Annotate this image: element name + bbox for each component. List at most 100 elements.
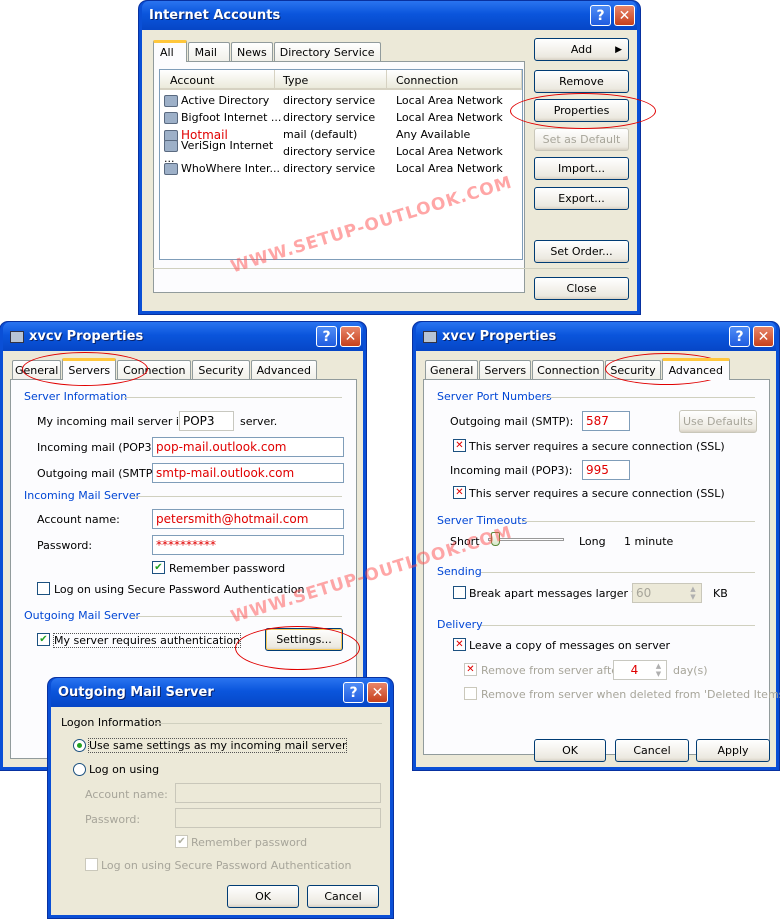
title-bar: xvcv Properties ? ✕ xyxy=(3,322,363,351)
account-name-label: Account name: xyxy=(85,788,168,801)
tab-all[interactable]: All xyxy=(153,40,187,62)
group-incoming-mail-server: Incoming Mail Server xyxy=(24,489,141,502)
password-input[interactable] xyxy=(175,808,381,828)
tab-advanced[interactable]: Advanced xyxy=(661,358,730,380)
cancel-button[interactable]: Cancel xyxy=(615,739,689,762)
column-header-account[interactable]: Account xyxy=(160,70,275,88)
smtp-ssl-checkbox[interactable]: ✕ xyxy=(453,439,466,452)
help-icon[interactable]: ? xyxy=(343,682,364,703)
window-body: General Servers Connection Security Adva… xyxy=(416,351,780,767)
account-name-input[interactable] xyxy=(175,783,381,803)
remove-deleted-checkbox[interactable] xyxy=(464,687,477,700)
tab-directory-service[interactable]: Directory Service xyxy=(273,42,381,62)
password-label: Password: xyxy=(37,539,93,552)
close-button[interactable]: Close xyxy=(534,277,629,300)
list-item[interactable]: VeriSign Internet ... directory service … xyxy=(164,139,503,165)
title-bar: Outgoing Mail Server ? ✕ xyxy=(51,678,390,707)
tab-servers[interactable]: Servers xyxy=(62,358,117,380)
remove-after-label: Remove from server after xyxy=(481,664,623,677)
tab-servers[interactable]: Servers xyxy=(479,360,532,380)
close-icon[interactable]: ✕ xyxy=(367,682,388,703)
account-name-label: Account name: xyxy=(37,513,120,526)
outgoing-server-label: Outgoing mail (SMTP): xyxy=(37,467,161,480)
advanced-panel: Server Port Numbers Outgoing mail (SMTP)… xyxy=(423,379,780,755)
pop3-ssl-checkbox[interactable]: ✕ xyxy=(453,486,466,499)
list-item[interactable]: Bigfoot Internet ... directory service L… xyxy=(164,109,503,126)
group-server-information: Server Information xyxy=(24,390,128,403)
requires-auth-checkbox[interactable]: ✔ xyxy=(37,633,50,646)
window-body: All Mail News Directory Service Account … xyxy=(142,30,637,311)
tab-mail[interactable]: Mail xyxy=(187,42,230,62)
directory-icon xyxy=(164,163,178,175)
directory-icon xyxy=(164,112,178,124)
smtp-port-input[interactable]: 587 xyxy=(582,411,630,431)
remember-password-checkbox[interactable]: ✔ xyxy=(152,561,165,574)
spinner-icon[interactable]: ▲ ▼ xyxy=(652,662,665,678)
ok-button[interactable]: OK xyxy=(227,885,299,908)
close-icon[interactable]: ✕ xyxy=(340,326,361,347)
spa-checkbox[interactable] xyxy=(85,858,98,871)
remove-days-input[interactable]: 4 ▲ ▼ xyxy=(613,660,667,680)
remove-button[interactable]: Remove xyxy=(534,70,629,93)
break-apart-checkbox[interactable] xyxy=(453,586,466,599)
tab-news[interactable]: News xyxy=(230,42,273,62)
account-name-input[interactable]: petersmith@hotmail.com xyxy=(152,509,344,529)
pop3-ssl-label: This server requires a secure connection… xyxy=(469,487,725,500)
group-outgoing-mail-server: Outgoing Mail Server xyxy=(24,609,141,622)
same-settings-radio[interactable] xyxy=(73,739,86,752)
requires-auth-label: My server requires authentication xyxy=(52,633,242,648)
smtp-ssl-label: This server requires a secure connection… xyxy=(469,440,725,453)
column-header-type[interactable]: Type xyxy=(275,70,387,88)
remove-deleted-label: Remove from server when deleted from 'De… xyxy=(481,688,780,701)
tab-advanced[interactable]: Advanced xyxy=(250,360,317,380)
column-header-connection[interactable]: Connection xyxy=(387,70,522,88)
help-icon[interactable]: ? xyxy=(316,326,337,347)
group-logon-information: Logon Information xyxy=(61,716,162,729)
set-default-button[interactable]: Set as Default xyxy=(534,128,629,151)
pop3-port-input[interactable]: 995 xyxy=(582,460,630,480)
use-defaults-button[interactable]: Use Defaults xyxy=(679,410,757,433)
title-bar: xvcv Properties ? ✕ xyxy=(416,322,776,351)
tab-connection[interactable]: Connection xyxy=(532,360,605,380)
close-icon[interactable]: ✕ xyxy=(614,5,635,26)
ok-button[interactable]: OK xyxy=(534,739,606,762)
tab-security[interactable]: Security xyxy=(192,360,250,380)
remember-password-checkbox[interactable]: ✔ xyxy=(175,835,188,848)
highlight-properties xyxy=(510,93,656,129)
outgoing-mail-server-window: Outgoing Mail Server ? ✕ Logon Informati… xyxy=(48,678,393,918)
close-icon[interactable]: ✕ xyxy=(753,326,774,347)
directory-icon xyxy=(164,95,178,107)
incoming-server-input[interactable]: pop-mail.outlook.com xyxy=(152,437,344,457)
list-item[interactable]: WhoWhere Inter... directory service Loca… xyxy=(164,160,503,177)
add-button[interactable]: Add ▶ xyxy=(534,38,629,61)
highlight-settings xyxy=(235,626,360,670)
set-order-button[interactable]: Set Order... xyxy=(534,240,629,263)
password-input[interactable]: ********** xyxy=(152,535,344,555)
tab-general[interactable]: General xyxy=(425,360,479,380)
window-title: Outgoing Mail Server xyxy=(58,685,214,700)
accounts-panel: Account Type Connection Active Directory… xyxy=(153,61,525,293)
help-icon[interactable]: ? xyxy=(590,5,611,26)
group-delivery: Delivery xyxy=(437,618,483,631)
leave-copy-checkbox[interactable]: ✕ xyxy=(453,638,466,651)
apply-button[interactable]: Apply xyxy=(696,739,770,762)
help-icon[interactable]: ? xyxy=(729,326,750,347)
cancel-button[interactable]: Cancel xyxy=(307,885,379,908)
logon-using-radio[interactable] xyxy=(73,763,86,776)
incoming-type-label: My incoming mail server is a xyxy=(37,415,195,428)
list-header: Account Type Connection xyxy=(160,70,522,90)
spa-label: Log on using Secure Password Authenticat… xyxy=(54,583,305,596)
smtp-port-label: Outgoing mail (SMTP): xyxy=(450,415,574,428)
leave-copy-label: Leave a copy of messages on server xyxy=(469,639,671,652)
import-button[interactable]: Import... xyxy=(534,157,629,180)
spinner-icon[interactable]: ▲ ▼ xyxy=(686,585,700,601)
same-settings-label: Use same settings as my incoming mail se… xyxy=(87,738,348,753)
list-item[interactable]: Active Directory directory service Local… xyxy=(164,92,503,109)
break-apart-size[interactable]: 60 ▲ ▼ xyxy=(632,583,702,603)
outgoing-server-input[interactable]: smtp-mail.outlook.com xyxy=(152,463,344,483)
spa-checkbox[interactable] xyxy=(37,582,50,595)
remove-after-checkbox[interactable]: ✕ xyxy=(464,663,477,676)
export-button[interactable]: Export... xyxy=(534,187,629,210)
incoming-server-label: Incoming mail (POP3): xyxy=(37,441,160,454)
window-title: Internet Accounts xyxy=(149,8,281,23)
